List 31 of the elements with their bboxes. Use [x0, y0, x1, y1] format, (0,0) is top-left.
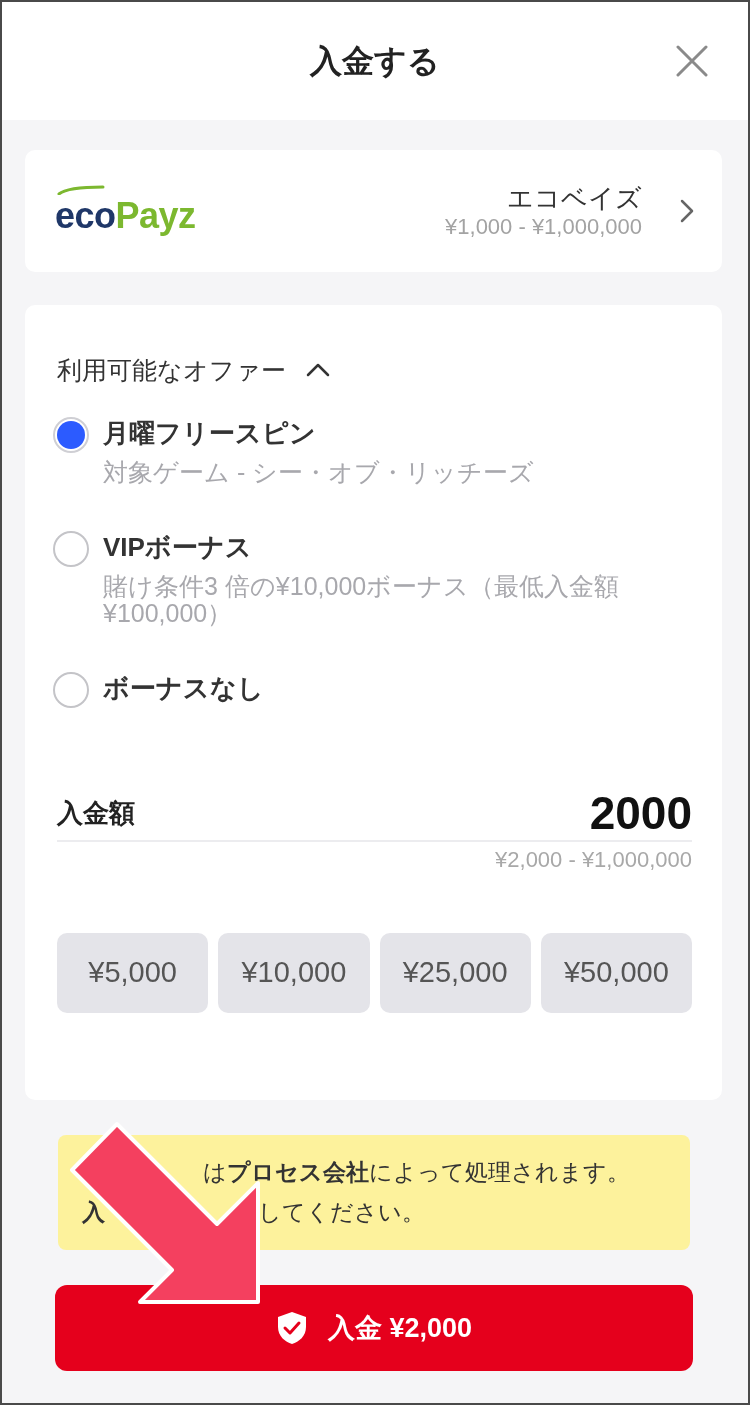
- notice-text: してください。: [258, 1198, 425, 1227]
- deposit-button[interactable]: 入金 ¥2,000: [55, 1285, 693, 1371]
- preset-amount-button[interactable]: ¥10,000: [218, 933, 370, 1013]
- method-name: エコベイズ: [507, 182, 642, 214]
- dialog-title: 入金する: [310, 42, 440, 81]
- chevron-right-icon: [680, 199, 694, 223]
- shield-check-icon: [275, 1311, 308, 1345]
- amount-range: ¥2,000 - ¥1,000,000: [495, 847, 692, 873]
- offer-label: ボーナスなし: [103, 672, 265, 704]
- swoosh-icon: [57, 185, 105, 195]
- radio-button[interactable]: [53, 672, 89, 708]
- notice-text: 入: [82, 1198, 105, 1227]
- amount-input[interactable]: 2000: [135, 786, 692, 840]
- preset-amount-button[interactable]: ¥50,000: [540, 933, 692, 1013]
- offer-description: 対象ゲーム - シー・オブ・リッチーズ: [103, 459, 536, 486]
- offer-description: 賭け条件3 倍の¥10,000ボーナス（最低入金額¥100,000）: [103, 573, 621, 627]
- radio-button[interactable]: [53, 531, 89, 567]
- payment-method-card[interactable]: ecoPayz エコベイズ ¥1,000 - ¥1,000,000: [25, 150, 722, 272]
- offer-label: 月曜フリースピン: [103, 417, 317, 449]
- close-icon: [676, 45, 708, 77]
- notice-text: はプロセス会社によって処理されます。: [203, 1158, 630, 1187]
- preset-amount-button[interactable]: ¥25,000: [379, 933, 531, 1013]
- amount-label: 入金額: [57, 797, 135, 829]
- chevron-up-icon[interactable]: [306, 363, 330, 377]
- method-range: ¥1,000 - ¥1,000,000: [445, 214, 642, 240]
- radio-button[interactable]: [53, 417, 89, 453]
- offer-label: VIPボーナス: [103, 531, 253, 563]
- logo-text: ecoPayz: [55, 195, 196, 237]
- offers-title: 利用可能なオファー: [57, 355, 286, 385]
- preset-amount-button[interactable]: ¥5,000: [57, 933, 209, 1013]
- close-button[interactable]: [676, 45, 708, 77]
